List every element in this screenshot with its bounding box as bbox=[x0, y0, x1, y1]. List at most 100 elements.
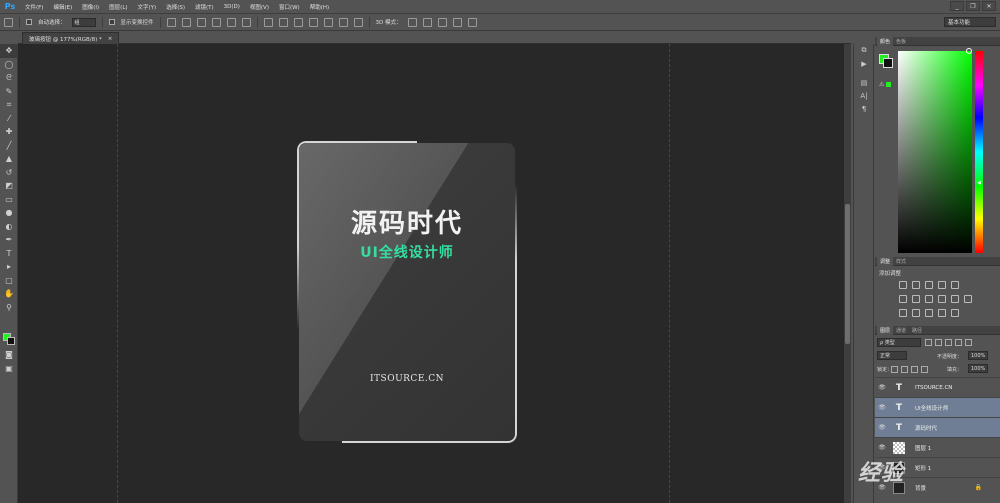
minimize-button[interactable]: _ bbox=[950, 1, 964, 11]
layer-filter-dropdown[interactable]: ρ 类型 bbox=[877, 338, 921, 347]
tab-layers[interactable]: 图层 bbox=[877, 325, 894, 335]
3d-scale-icon[interactable] bbox=[467, 17, 477, 27]
threshold-icon[interactable] bbox=[925, 309, 933, 317]
color-balance-icon[interactable] bbox=[912, 295, 920, 303]
menu-view[interactable]: 视图(V) bbox=[245, 3, 274, 11]
quick-select-tool-icon[interactable]: ✎ bbox=[0, 85, 18, 99]
align-right-icon[interactable] bbox=[241, 17, 251, 27]
menu-help[interactable]: 帮助(H) bbox=[305, 3, 334, 11]
vibrance-icon[interactable] bbox=[951, 281, 959, 289]
lasso-tool-icon[interactable]: ᘓ bbox=[0, 71, 18, 85]
auto-select-checkbox[interactable] bbox=[26, 19, 32, 25]
tab-adjustments[interactable]: 调整 bbox=[877, 256, 894, 266]
scrollbar-thumb[interactable] bbox=[845, 204, 850, 344]
tab-swatches[interactable]: 色板 bbox=[893, 38, 909, 45]
channel-mixer-icon[interactable] bbox=[951, 295, 959, 303]
visibility-eye-icon[interactable]: 👁 bbox=[875, 384, 889, 391]
close-button[interactable]: ✕ bbox=[982, 1, 996, 11]
3d-roll-icon[interactable] bbox=[422, 17, 432, 27]
move-tool-icon[interactable]: ✥ bbox=[0, 44, 18, 58]
history-panel-icon[interactable]: ⧉ bbox=[854, 44, 874, 57]
opacity-input[interactable]: 100% bbox=[968, 351, 988, 360]
eyedropper-tool-icon[interactable]: ⁄ bbox=[0, 112, 18, 126]
filter-shape-icon[interactable] bbox=[955, 339, 962, 346]
menu-window[interactable]: 窗口(W) bbox=[274, 3, 305, 11]
saturation-brightness-field[interactable] bbox=[898, 51, 972, 253]
distribute-vcenter-icon[interactable] bbox=[278, 17, 288, 27]
shape-tool-icon[interactable]: ▢ bbox=[0, 274, 18, 288]
type-tool-icon[interactable]: T bbox=[0, 247, 18, 261]
align-bottom-icon[interactable] bbox=[196, 17, 206, 27]
align-left-icon[interactable] bbox=[211, 17, 221, 27]
visibility-eye-icon[interactable]: 👁 bbox=[875, 424, 889, 431]
lock-pixels-icon[interactable] bbox=[901, 366, 908, 373]
auto-select-dropdown[interactable]: 组 bbox=[71, 17, 96, 27]
menu-layer[interactable]: 图层(L) bbox=[104, 3, 132, 11]
color-lookup-icon[interactable] bbox=[964, 295, 972, 303]
3d-pan-icon[interactable] bbox=[437, 17, 447, 27]
layer-row[interactable]: 👁 T ITSOURCE.CN bbox=[875, 377, 1000, 397]
gamut-warning-swatch[interactable] bbox=[886, 82, 891, 87]
restore-button[interactable]: ❐ bbox=[966, 1, 980, 11]
auto-align-icon[interactable] bbox=[353, 17, 363, 27]
marquee-tool-icon[interactable]: ◯ bbox=[0, 58, 18, 72]
align-hcenter-icon[interactable] bbox=[226, 17, 236, 27]
zoom-tool-icon[interactable]: ⚲ bbox=[0, 301, 18, 315]
3d-slide-icon[interactable] bbox=[452, 17, 462, 27]
dodge-tool-icon[interactable]: ◐ bbox=[0, 220, 18, 234]
brush-tool-icon[interactable]: ╱ bbox=[0, 139, 18, 153]
align-top-icon[interactable] bbox=[166, 17, 176, 27]
path-select-tool-icon[interactable]: ▸ bbox=[0, 260, 18, 274]
lock-position-icon[interactable] bbox=[911, 366, 918, 373]
distribute-bottom-icon[interactable] bbox=[293, 17, 303, 27]
menu-edit[interactable]: 编辑(E) bbox=[48, 3, 77, 11]
black-white-icon[interactable] bbox=[925, 295, 933, 303]
levels-icon[interactable] bbox=[912, 281, 920, 289]
hue-slider-handle-icon[interactable]: ◀ bbox=[977, 180, 981, 186]
history-brush-tool-icon[interactable]: ↺ bbox=[0, 166, 18, 180]
properties-panel-icon[interactable]: ▤ bbox=[854, 76, 874, 89]
filter-adjustment-icon[interactable] bbox=[935, 339, 942, 346]
document-tab[interactable]: 玻璃按钮 @ 177%(RGB/8) * × bbox=[22, 32, 120, 44]
curves-icon[interactable] bbox=[925, 281, 933, 289]
distribute-left-icon[interactable] bbox=[308, 17, 318, 27]
lock-transparency-icon[interactable] bbox=[891, 366, 898, 373]
filter-smart-object-icon[interactable] bbox=[965, 339, 972, 346]
hue-slider[interactable] bbox=[975, 51, 983, 253]
layer-row[interactable]: 👁 图层 1 bbox=[875, 437, 1000, 457]
tab-paths[interactable]: 路径 bbox=[909, 327, 925, 334]
menu-3d[interactable]: 3D(D) bbox=[219, 4, 245, 10]
quick-mask-icon[interactable]: ◙ bbox=[0, 348, 18, 362]
paragraph-panel-icon[interactable]: ¶ bbox=[854, 102, 874, 115]
screen-mode-icon[interactable]: ▣ bbox=[0, 362, 18, 376]
posterize-icon[interactable] bbox=[912, 309, 920, 317]
panel-background-swatch[interactable] bbox=[883, 58, 893, 68]
menu-type[interactable]: 文字(Y) bbox=[133, 3, 162, 11]
hue-saturation-icon[interactable] bbox=[899, 295, 907, 303]
selective-color-icon[interactable] bbox=[951, 309, 959, 317]
layer-row[interactable]: 👁 T UI全线设计师 bbox=[875, 397, 1000, 417]
distribute-top-icon[interactable] bbox=[263, 17, 273, 27]
character-panel-icon[interactable]: A| bbox=[854, 89, 874, 102]
brightness-contrast-icon[interactable] bbox=[899, 281, 907, 289]
exposure-icon[interactable] bbox=[938, 281, 946, 289]
workspace-dropdown[interactable]: 基本功能 bbox=[944, 17, 996, 27]
canvas-area[interactable]: 源码时代 UI全线设计师 ITSOURCE.CN bbox=[18, 44, 844, 503]
fill-input[interactable]: 100% bbox=[968, 364, 988, 373]
layer-row[interactable]: 👁 T 源码时代 bbox=[875, 417, 1000, 437]
tab-channels[interactable]: 通道 bbox=[893, 327, 909, 334]
lock-all-icon[interactable] bbox=[921, 366, 928, 373]
distribute-hcenter-icon[interactable] bbox=[323, 17, 333, 27]
tab-styles[interactable]: 样式 bbox=[893, 258, 909, 265]
gradient-tool-icon[interactable]: ▭ bbox=[0, 193, 18, 207]
3d-rotate-icon[interactable] bbox=[407, 17, 417, 27]
gradient-map-icon[interactable] bbox=[938, 309, 946, 317]
hand-tool-icon[interactable]: ✋ bbox=[0, 287, 18, 301]
canvas-vertical-scrollbar[interactable] bbox=[844, 44, 851, 503]
background-color-swatch[interactable] bbox=[7, 337, 15, 345]
clone-stamp-tool-icon[interactable]: ▲ bbox=[0, 152, 18, 166]
show-transform-checkbox[interactable] bbox=[108, 19, 115, 25]
menu-file[interactable]: 文件(F) bbox=[20, 3, 48, 11]
blend-mode-dropdown[interactable]: 正常 bbox=[877, 351, 907, 360]
blur-tool-icon[interactable]: ● bbox=[0, 206, 18, 220]
